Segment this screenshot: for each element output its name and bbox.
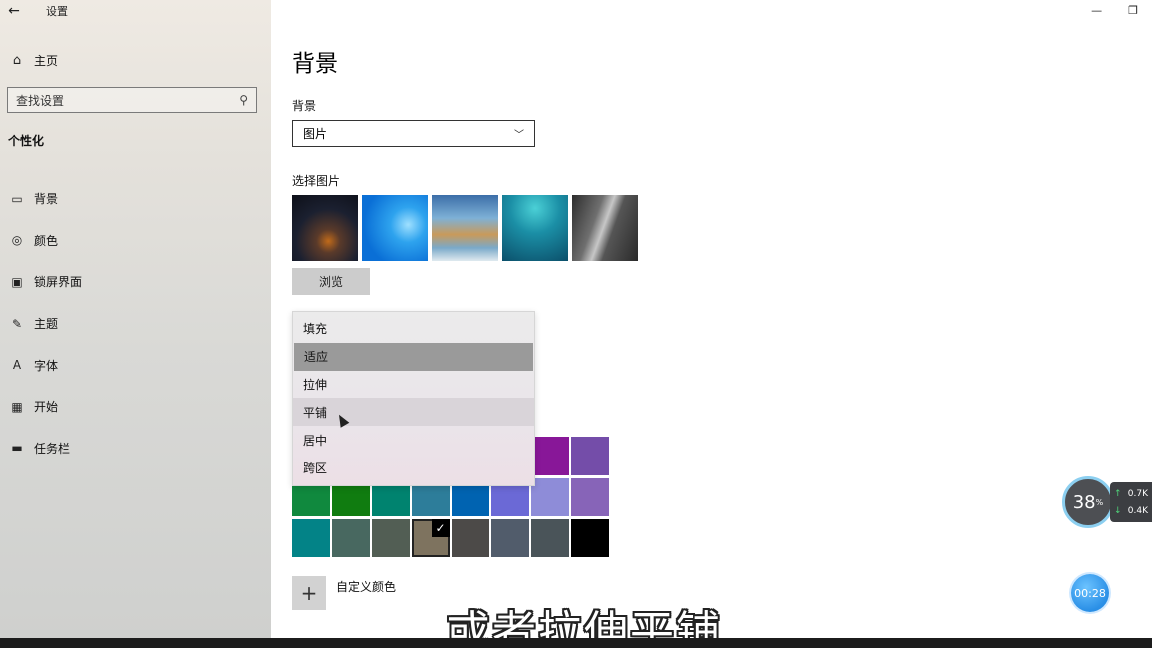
- taskbar: [0, 638, 1152, 648]
- home-icon: ⌂: [12, 52, 22, 68]
- palette-icon: ◎: [11, 233, 23, 248]
- cpu-gauge: 38%: [1062, 476, 1114, 528]
- sidebar-list: ▭ 背景 ◎ 颜色 ▣ 锁屏界面 ✎ 主题 A 字体 ▦ 开始 ▬ 任务栏: [0, 178, 271, 469]
- choose-picture-label: 选择图片: [292, 174, 341, 188]
- sidebar-item-label: 字体: [34, 358, 59, 373]
- color-swatch[interactable]: [292, 519, 330, 557]
- color-swatch[interactable]: [451, 519, 490, 557]
- checkmark-icon: ✓: [431, 519, 450, 537]
- sidebar-item-fonts[interactable]: A 字体: [0, 344, 271, 386]
- thumbnail-underwater[interactable]: [502, 195, 568, 261]
- fit-option[interactable]: 适应: [294, 342, 533, 371]
- title-bar: ← 设置: [0, 0, 271, 22]
- page-title: 背景: [292, 51, 338, 77]
- thumbnail-beach-rock[interactable]: [432, 195, 498, 261]
- sidebar-item-lockscreen[interactable]: ▣ 锁屏界面: [0, 261, 271, 303]
- sidebar-item-label: 锁屏界面: [34, 275, 83, 290]
- sidebar-item-background[interactable]: ▭ 背景: [0, 178, 271, 220]
- picture-icon: ▭: [11, 191, 23, 206]
- back-arrow-icon[interactable]: ←: [0, 0, 28, 22]
- color-swatch[interactable]: [531, 437, 570, 475]
- background-select-value: 图片: [303, 127, 328, 141]
- search-input[interactable]: 查找设置 ⚲: [7, 87, 257, 113]
- sidebar-item-start[interactable]: ▦ 开始: [0, 386, 271, 428]
- add-custom-color-button[interactable]: +: [292, 576, 326, 610]
- chevron-down-icon: ﹀: [514, 130, 524, 141]
- thumbnail-cliff[interactable]: [572, 195, 638, 261]
- color-swatch[interactable]: [571, 478, 610, 516]
- fit-dropdown-popup: 填充 适应 拉伸 平铺 居中 跨区: [292, 311, 535, 486]
- color-swatch[interactable]: [491, 519, 530, 557]
- thumbnail-windows-blue[interactable]: [362, 195, 428, 261]
- font-icon: A: [12, 358, 22, 373]
- color-swatch[interactable]: [371, 519, 410, 557]
- lockscreen-icon: ▣: [11, 274, 23, 289]
- restore-icon[interactable]: ❐: [1128, 4, 1138, 17]
- home-label: 主页: [34, 53, 59, 68]
- background-label: 背景: [292, 99, 317, 113]
- fit-option[interactable]: 居中: [293, 426, 534, 454]
- fit-option[interactable]: 平铺: [293, 398, 534, 427]
- section-title: 个性化: [8, 134, 45, 148]
- color-swatch[interactable]: ✓: [411, 519, 450, 557]
- color-swatch[interactable]: [531, 478, 570, 516]
- sidebar-item-themes[interactable]: ✎ 主题: [0, 303, 271, 345]
- sidebar-item-label: 任务栏: [34, 441, 71, 456]
- color-swatch[interactable]: [531, 519, 570, 557]
- sidebar: ← 设置 ⌂ 主页 查找设置 ⚲ 个性化 ▭ 背景 ◎ 颜色 ▣ 锁屏界面 ✎ …: [0, 0, 271, 638]
- download-arrow-icon: ↓: [1114, 505, 1122, 516]
- thumbnail-night-sky[interactable]: [292, 195, 358, 261]
- upload-arrow-icon: ↑: [1114, 488, 1122, 499]
- sidebar-item-home[interactable]: ⌂ 主页: [0, 48, 271, 72]
- browse-button[interactable]: 浏览: [292, 268, 370, 295]
- fit-option[interactable]: 拉伸: [293, 371, 534, 399]
- cpu-percent: 38: [1072, 491, 1096, 513]
- fit-option[interactable]: 填充: [293, 315, 534, 343]
- minimize-icon[interactable]: —: [1091, 4, 1102, 17]
- color-swatch[interactable]: [331, 519, 370, 557]
- fit-option[interactable]: 跨区: [293, 454, 534, 482]
- background-select[interactable]: 图片 ﹀: [292, 120, 535, 147]
- app-title: 设置: [46, 5, 68, 18]
- sidebar-item-colors[interactable]: ◎ 颜色: [0, 220, 271, 262]
- color-swatch[interactable]: [571, 437, 610, 475]
- cpu-unit: %: [1095, 497, 1104, 507]
- custom-color-row: + 自定义颜色: [292, 576, 396, 610]
- window-controls: — ❐: [1091, 4, 1138, 17]
- sidebar-item-label: 主题: [34, 317, 59, 332]
- sidebar-item-label: 开始: [34, 400, 59, 415]
- search-placeholder: 查找设置: [16, 93, 65, 108]
- recording-timer[interactable]: 00:28: [1071, 574, 1109, 612]
- custom-color-label: 自定义颜色: [336, 580, 397, 594]
- sidebar-item-label: 颜色: [34, 233, 59, 248]
- taskbar-icon: ▬: [11, 441, 23, 456]
- search-icon: ⚲: [239, 93, 248, 107]
- net-down: 0.4K: [1127, 505, 1148, 516]
- color-swatch[interactable]: [571, 519, 610, 557]
- network-speed-panel: ↑ 0.7K ↓ 0.4K: [1110, 482, 1152, 522]
- sidebar-item-taskbar[interactable]: ▬ 任务栏: [0, 428, 271, 470]
- color-row: ✓: [292, 519, 612, 557]
- picture-thumbnails: [292, 195, 638, 261]
- themes-icon: ✎: [11, 316, 23, 331]
- start-icon: ▦: [11, 399, 23, 414]
- net-up: 0.7K: [1127, 488, 1148, 499]
- sidebar-item-label: 背景: [34, 192, 59, 207]
- main-content: — ❐ 背景 背景 图片 ﹀ 选择图片 浏览 ✓ 填充 适应 拉伸 平铺 居中 跨区 + …: [271, 0, 1152, 638]
